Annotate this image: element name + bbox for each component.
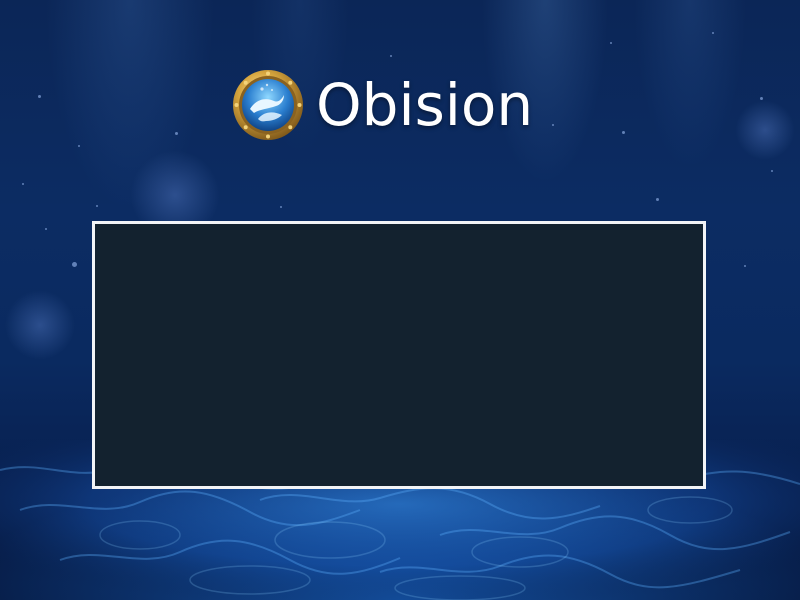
background-particle: [175, 132, 178, 135]
background-particle: [760, 97, 763, 100]
background-particle: [72, 262, 77, 267]
brand-name: Obision: [316, 71, 534, 139]
brand-logo: Obision: [232, 70, 533, 140]
boot-panel: [92, 221, 706, 489]
background-particle: [38, 95, 41, 98]
background-particle: [610, 42, 612, 44]
background-particle: [96, 205, 98, 207]
background-particle: [656, 198, 659, 201]
background-particle: [771, 170, 773, 172]
background-particle: [22, 183, 24, 185]
background-particle: [45, 228, 47, 230]
background-particle: [744, 265, 746, 267]
background-particle: [622, 131, 625, 134]
porthole-dolphins-icon: [233, 70, 303, 140]
background-particle: [78, 145, 80, 147]
background-glow-bottom-left: [5, 290, 75, 360]
background-particle: [552, 124, 554, 126]
background-glow-right: [735, 100, 795, 160]
background-particle: [280, 206, 282, 208]
background-particle: [712, 32, 714, 34]
background-particle: [390, 55, 392, 57]
